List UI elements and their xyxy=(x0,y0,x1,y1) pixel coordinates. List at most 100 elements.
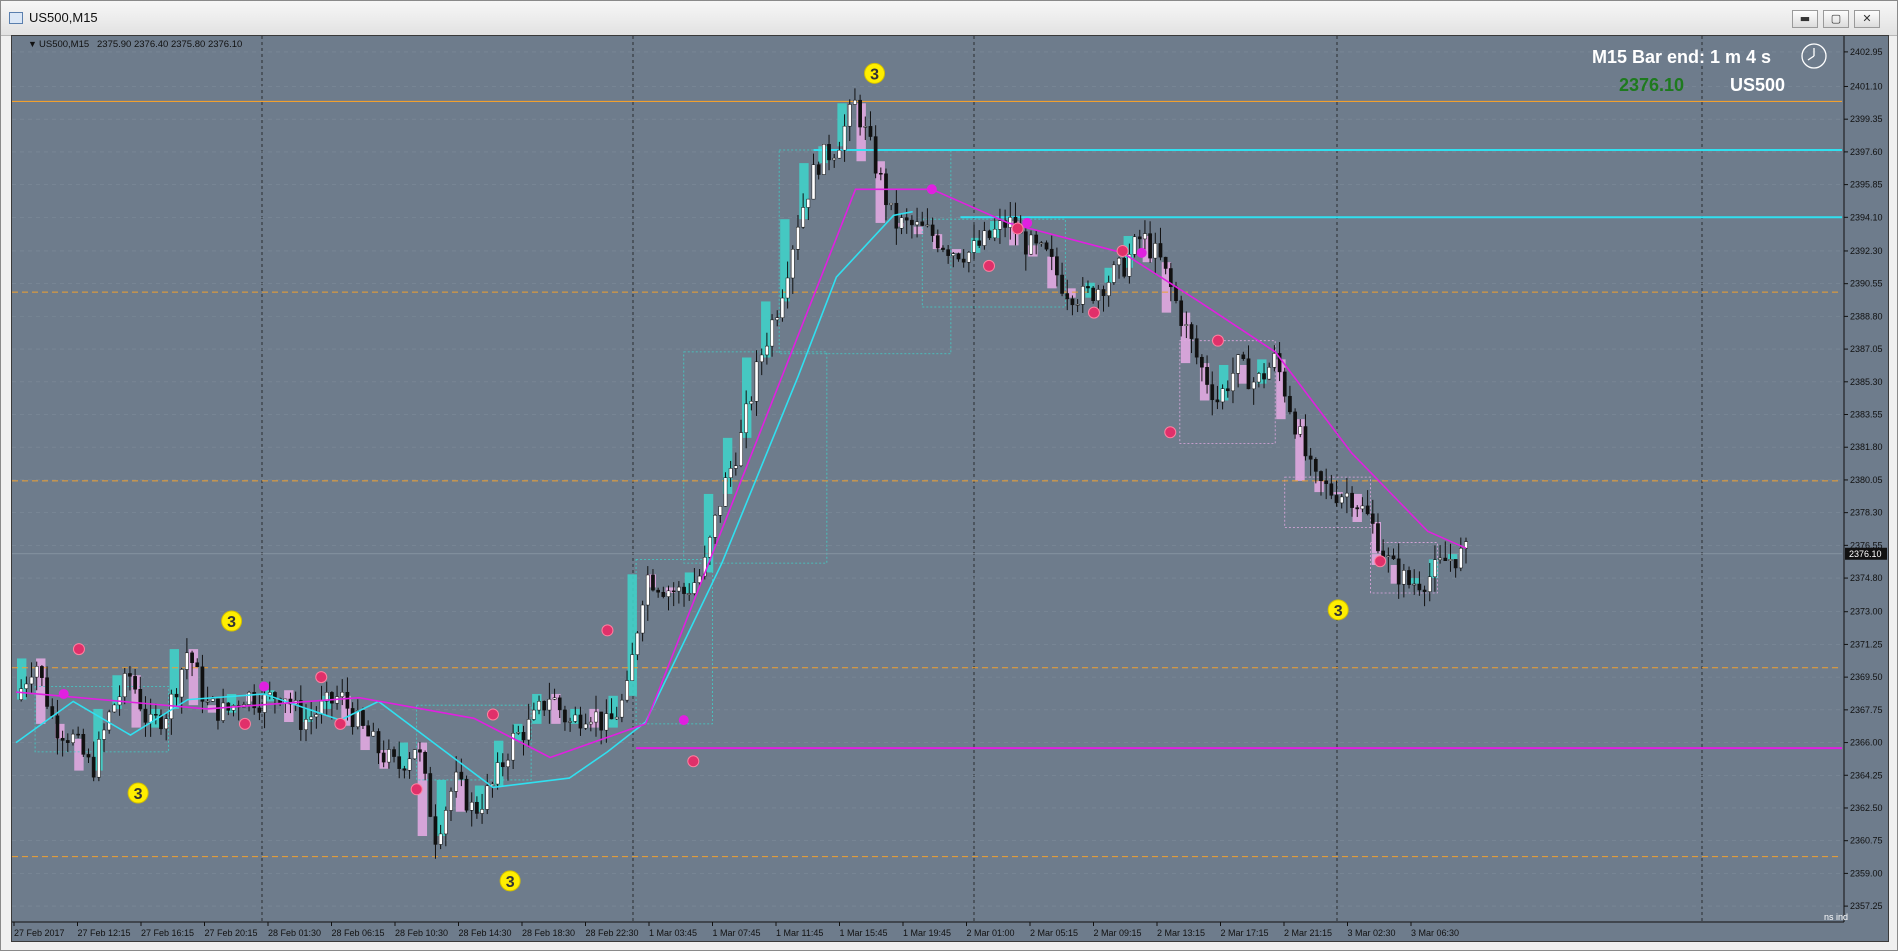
candle-body xyxy=(733,465,738,469)
candle-body xyxy=(1257,373,1261,383)
candle-body xyxy=(620,699,624,718)
candle-body xyxy=(1200,356,1204,368)
price-tick-label: 2359.00 xyxy=(1850,868,1883,878)
current-price-label: 2376.10 xyxy=(1849,549,1882,559)
candle-body xyxy=(185,652,189,670)
candle-body xyxy=(1282,371,1287,397)
candle-body xyxy=(1044,242,1049,250)
candle-body xyxy=(785,277,790,299)
magenta-dot-marker xyxy=(926,184,937,195)
candle-body xyxy=(811,164,816,200)
candle-body xyxy=(1034,234,1039,244)
candle-body xyxy=(1324,480,1329,484)
candle-body xyxy=(267,692,272,696)
time-tick-label: 28 Feb 18:30 xyxy=(522,928,575,938)
time-tick-label: 27 Feb 20:15 xyxy=(205,928,258,938)
candle-body xyxy=(946,249,950,256)
candle-body xyxy=(614,716,619,720)
minimize-button[interactable]: ▬ xyxy=(1792,10,1818,28)
candle-body xyxy=(216,698,220,721)
candle-body xyxy=(847,104,852,127)
candle-body xyxy=(200,666,205,702)
chart-area[interactable]: 3 3 3 3 3 2402.95 2401.10 2399.35 2397.60 2395.8… xyxy=(11,35,1889,942)
candle-body xyxy=(1153,243,1158,259)
price-tick-label: 2385.30 xyxy=(1850,377,1883,387)
candle-body xyxy=(640,604,645,634)
candle-body xyxy=(122,673,127,698)
candle-body xyxy=(1086,286,1090,289)
candle-body xyxy=(381,752,386,763)
candle-body xyxy=(1236,354,1240,374)
axes-layer: 2402.95 2401.10 2399.35 2397.60 2395.85 2394.… xyxy=(12,36,1888,941)
candle-body xyxy=(920,221,925,226)
candle-body xyxy=(1376,523,1380,552)
candle-body xyxy=(71,733,75,743)
candle-body xyxy=(345,692,350,709)
candle-body xyxy=(806,198,811,208)
candle-body xyxy=(516,732,521,734)
price-tick-label: 2374.80 xyxy=(1850,573,1883,583)
candle-body xyxy=(469,801,474,811)
close-button[interactable]: ✕ xyxy=(1854,10,1880,28)
candle-body xyxy=(1101,289,1106,296)
title-bar[interactable]: US500,M15 ▬ ▢ ✕ xyxy=(1,1,1897,36)
candle-body xyxy=(1158,243,1163,258)
candle-body xyxy=(645,574,650,606)
candle-body xyxy=(609,713,614,720)
candle-body xyxy=(1417,583,1422,591)
candle-body xyxy=(1412,583,1417,586)
candle-body xyxy=(635,632,640,655)
candle-body xyxy=(910,219,914,226)
candle-body xyxy=(262,694,267,713)
wave-3-marker: 3 xyxy=(499,870,521,892)
candle-body xyxy=(868,126,873,137)
candle-body xyxy=(677,586,681,592)
price-chart[interactable]: 3 3 3 3 3 2402.95 2401.10 2399.35 2397.60 2395.8… xyxy=(12,36,1888,941)
candle-body xyxy=(941,247,945,250)
candle-body xyxy=(179,669,184,698)
candle-body xyxy=(801,207,805,228)
candle-body xyxy=(485,785,490,810)
maximize-button[interactable]: ▢ xyxy=(1823,10,1849,28)
price-tick-label: 2387.05 xyxy=(1850,344,1883,354)
corner-badge: ns ind xyxy=(1824,912,1848,922)
time-tick-label: 28 Feb 01:30 xyxy=(268,928,321,938)
candle-body xyxy=(1438,557,1442,560)
candle-body xyxy=(1205,366,1209,385)
candle-body xyxy=(1396,558,1401,585)
candle-body xyxy=(739,432,743,466)
candle-body xyxy=(1075,304,1080,306)
candle-body xyxy=(1029,234,1033,255)
candle-body xyxy=(873,136,878,174)
candle-body xyxy=(599,711,604,731)
candle-body xyxy=(1453,559,1458,569)
candle-body xyxy=(744,403,749,433)
candle-body xyxy=(827,144,831,161)
grid-layer xyxy=(12,36,1842,922)
candle-body xyxy=(190,652,194,663)
candle-body xyxy=(102,729,106,740)
candle-body xyxy=(537,701,541,711)
candle-body xyxy=(557,697,562,711)
candle-body xyxy=(889,202,894,206)
candle-body xyxy=(449,791,453,811)
candle-body xyxy=(1313,459,1318,472)
candle-body xyxy=(967,252,971,263)
candle-body xyxy=(1329,483,1334,496)
candle-body xyxy=(298,700,303,730)
candle-body xyxy=(45,677,49,707)
info-symbol: US500,M15 xyxy=(39,39,89,50)
candle-body xyxy=(412,749,417,760)
candle-body xyxy=(1143,233,1147,240)
candle-body xyxy=(713,515,717,538)
pivot-marker xyxy=(238,717,251,730)
time-tick-label: 2 Mar 01:00 xyxy=(967,928,1015,938)
pivot-marker xyxy=(983,259,996,272)
price-tick-label: 2362.50 xyxy=(1850,803,1883,813)
candle-body xyxy=(500,762,505,768)
candle-body xyxy=(765,345,769,356)
candle-body xyxy=(1339,496,1344,504)
candle-body xyxy=(526,719,531,741)
candle-body xyxy=(796,226,800,250)
candle-body xyxy=(998,220,1002,230)
